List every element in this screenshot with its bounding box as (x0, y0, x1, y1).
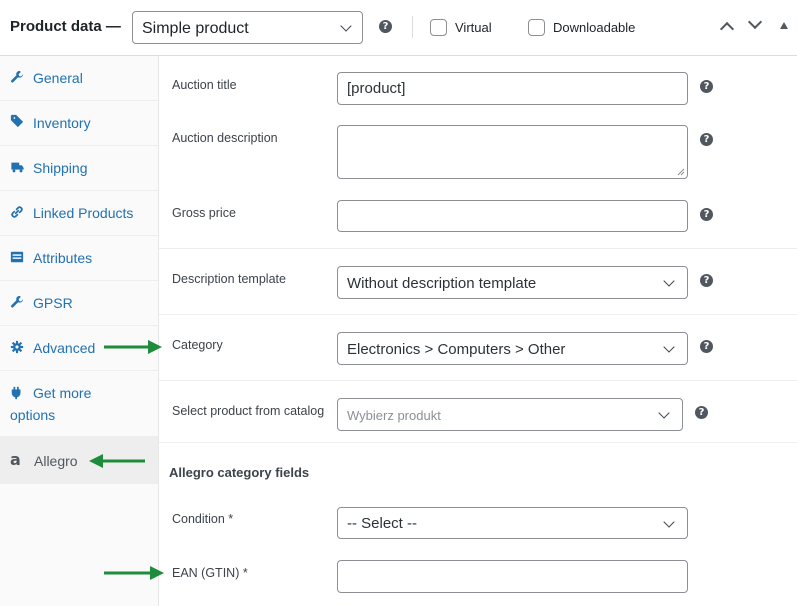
help-icon[interactable]: ? (700, 274, 713, 287)
product-type-value: Simple product (142, 20, 249, 37)
divider (159, 442, 797, 443)
tab-label: General (33, 70, 83, 86)
tab-label: Get more (33, 385, 92, 401)
wrench-icon (11, 295, 24, 308)
downloadable-label: Downloadable (553, 20, 636, 35)
gross-price-input[interactable] (337, 200, 688, 232)
allegro-category-fields-title: Allegro category fields (169, 465, 310, 480)
auction-title-label: Auction title (172, 78, 237, 92)
category-label: Category (172, 338, 223, 352)
annotation-arrow-ean (104, 566, 164, 580)
wrench-icon (11, 70, 24, 83)
tab-attributes[interactable]: Attributes (0, 236, 158, 281)
catalog-placeholder: Wybierz produkt (347, 408, 441, 423)
gross-price-label: Gross price (172, 206, 236, 220)
resize-handle-icon[interactable] (677, 168, 685, 176)
help-icon[interactable]: ? (700, 340, 713, 353)
condition-value: -- Select -- (347, 515, 418, 532)
auction-description-label: Auction description (172, 131, 278, 145)
virtual-label: Virtual (455, 20, 492, 35)
move-up-icon[interactable] (719, 21, 735, 37)
tab-label: Attributes (33, 250, 93, 266)
tab-general[interactable]: General (0, 56, 158, 101)
tab-label: Inventory (33, 115, 91, 131)
help-icon[interactable]: ? (695, 406, 708, 419)
help-icon[interactable]: ? (700, 208, 713, 221)
chevron-down-icon (658, 407, 670, 419)
help-icon[interactable]: ? (700, 133, 713, 146)
help-icon[interactable]: ? (700, 80, 713, 93)
move-down-icon[interactable] (747, 14, 763, 30)
chevron-down-icon (663, 275, 675, 287)
chevron-down-icon (663, 516, 675, 528)
link-icon (11, 206, 23, 218)
tab-label: Shipping (33, 160, 88, 176)
auction-title-input[interactable]: [product] (337, 72, 688, 105)
product-data-panel: Auction title [product] ? Auction descri… (159, 56, 797, 606)
catalog-label: Select product from catalog (172, 404, 325, 418)
tab-label: Linked Products (33, 205, 134, 221)
annotation-arrow-allegro (89, 454, 145, 468)
auction-description-textarea[interactable] (337, 125, 688, 179)
divider (159, 314, 797, 315)
tab-shipping[interactable]: Shipping (0, 146, 158, 191)
virtual-checkbox[interactable] (430, 19, 447, 36)
description-template-label: Description template (172, 272, 286, 286)
gear-icon (10, 340, 24, 354)
catalog-select[interactable]: Wybierz produkt (337, 398, 683, 431)
product-data-title: Product data — (10, 18, 121, 35)
tab-inventory[interactable]: Inventory (0, 101, 158, 146)
divider (159, 248, 797, 249)
description-template-select[interactable]: Without description template (337, 266, 688, 299)
chevron-down-icon (340, 20, 352, 32)
ean-input[interactable] (337, 560, 688, 593)
tab-label: Advanced (33, 340, 96, 356)
downloadable-checkbox[interactable] (528, 19, 545, 36)
divider (159, 380, 797, 381)
product-data-tabs: General Inventory Shipping Linked Produc… (0, 56, 159, 606)
tab-get-more-options[interactable]: Get more options (0, 371, 158, 437)
truck-icon (11, 162, 24, 173)
description-template-value: Without description template (347, 275, 537, 292)
tab-label: GPSR (33, 295, 73, 311)
category-value: Electronics > Computers > Other (347, 341, 566, 358)
tab-label-line2: options (10, 407, 56, 423)
product-type-select[interactable]: Simple product (132, 11, 363, 44)
chevron-down-icon (663, 341, 675, 353)
tab-label: Allegro (34, 453, 78, 469)
auction-title-value: [product] (347, 80, 406, 97)
condition-label: Condition * (172, 512, 234, 526)
plug-icon (11, 386, 21, 400)
category-select[interactable]: Electronics > Computers > Other (337, 332, 688, 365)
header-divider (412, 16, 413, 38)
ean-label: EAN (GTIN) * (172, 566, 248, 580)
condition-select[interactable]: -- Select -- (337, 507, 688, 539)
annotation-arrow-category (104, 340, 162, 354)
product-data-header: Product data — Simple product ? Virtual … (0, 0, 797, 56)
tab-gpsr[interactable]: GPSR (0, 281, 158, 326)
tag-icon (10, 114, 24, 128)
collapse-toggle-icon[interactable] (780, 22, 788, 29)
list-icon (10, 251, 24, 263)
tab-linked-products[interactable]: Linked Products (0, 191, 158, 236)
allegro-icon: a (10, 450, 21, 469)
help-icon[interactable]: ? (379, 20, 392, 33)
